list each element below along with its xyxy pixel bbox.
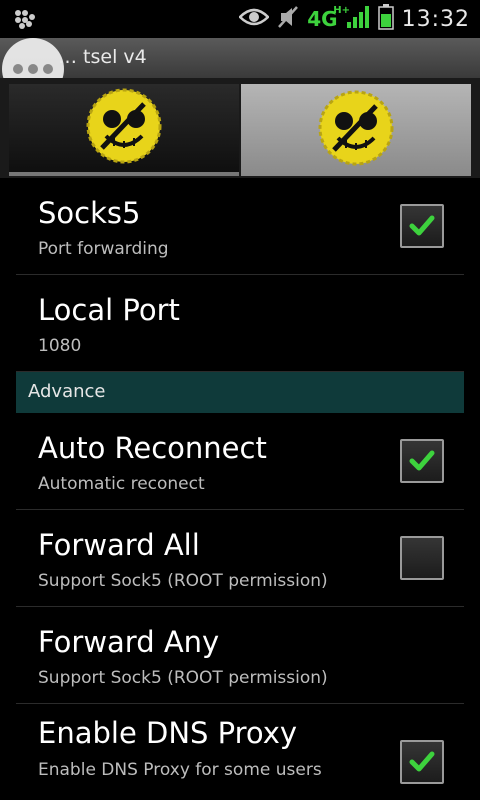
pref-forward-all[interactable]: Forward All Support Sock5 (ROOT permissi… bbox=[16, 510, 464, 607]
tab-bar bbox=[0, 78, 480, 178]
pref-forward-any[interactable]: Forward Any Support Sock5 (ROOT permissi… bbox=[16, 607, 464, 704]
pref-title: Socks5 bbox=[38, 196, 141, 230]
tab-2[interactable] bbox=[241, 84, 471, 176]
battery-icon bbox=[377, 4, 394, 34]
bbm-icon bbox=[14, 9, 36, 33]
forward-all-checkbox[interactable] bbox=[400, 536, 444, 580]
pref-summary: Support Sock5 (ROOT permission) bbox=[38, 571, 328, 591]
auto-reconnect-checkbox[interactable] bbox=[400, 439, 444, 483]
section-label: Advance bbox=[28, 381, 106, 402]
pref-summary: Port forwarding bbox=[38, 239, 169, 259]
socks5-checkbox[interactable] bbox=[400, 204, 444, 248]
pref-title: Local Port bbox=[38, 293, 180, 327]
title-bar: … tsel v4 bbox=[0, 38, 480, 78]
enable-dns-proxy-checkbox[interactable] bbox=[400, 740, 444, 784]
mute-icon bbox=[277, 5, 299, 33]
pref-socks5[interactable]: Socks5 Port forwarding bbox=[16, 178, 464, 275]
pref-enable-dns-proxy[interactable]: Enable DNS Proxy Enable DNS Proxy for so… bbox=[16, 704, 464, 800]
pref-title: Enable DNS Proxy bbox=[38, 716, 298, 750]
pref-local-port[interactable]: Local Port 1080 bbox=[16, 275, 464, 372]
pref-summary: 1080 bbox=[38, 336, 82, 356]
app-title: … tsel v4 bbox=[58, 46, 147, 68]
eye-icon bbox=[238, 7, 271, 31]
pref-summary: Automatic reconect bbox=[38, 474, 205, 494]
settings-list: Socks5 Port forwarding Local Port 1080 A… bbox=[16, 178, 464, 800]
status-time: 13:32 bbox=[401, 6, 470, 32]
status-bar: 4G H+ 13:32 bbox=[0, 0, 480, 38]
section-header-advance: Advance bbox=[16, 372, 464, 413]
pref-summary: Enable DNS Proxy for some users bbox=[38, 760, 322, 780]
pirate-skull-icon bbox=[316, 88, 396, 172]
check-icon bbox=[409, 751, 435, 772]
pref-title: Forward Any bbox=[38, 625, 220, 659]
check-icon bbox=[409, 215, 435, 236]
network-type: 4G H+ bbox=[307, 5, 350, 31]
check-icon bbox=[409, 450, 435, 471]
tab-1[interactable] bbox=[9, 84, 239, 176]
pref-auto-reconnect[interactable]: Auto Reconnect Automatic reconect bbox=[16, 413, 464, 510]
pref-title: Forward All bbox=[38, 528, 200, 562]
pref-summary: Support Sock5 (ROOT permission) bbox=[38, 668, 328, 688]
pref-title: Auto Reconnect bbox=[38, 431, 267, 465]
pirate-skull-icon bbox=[84, 86, 164, 170]
